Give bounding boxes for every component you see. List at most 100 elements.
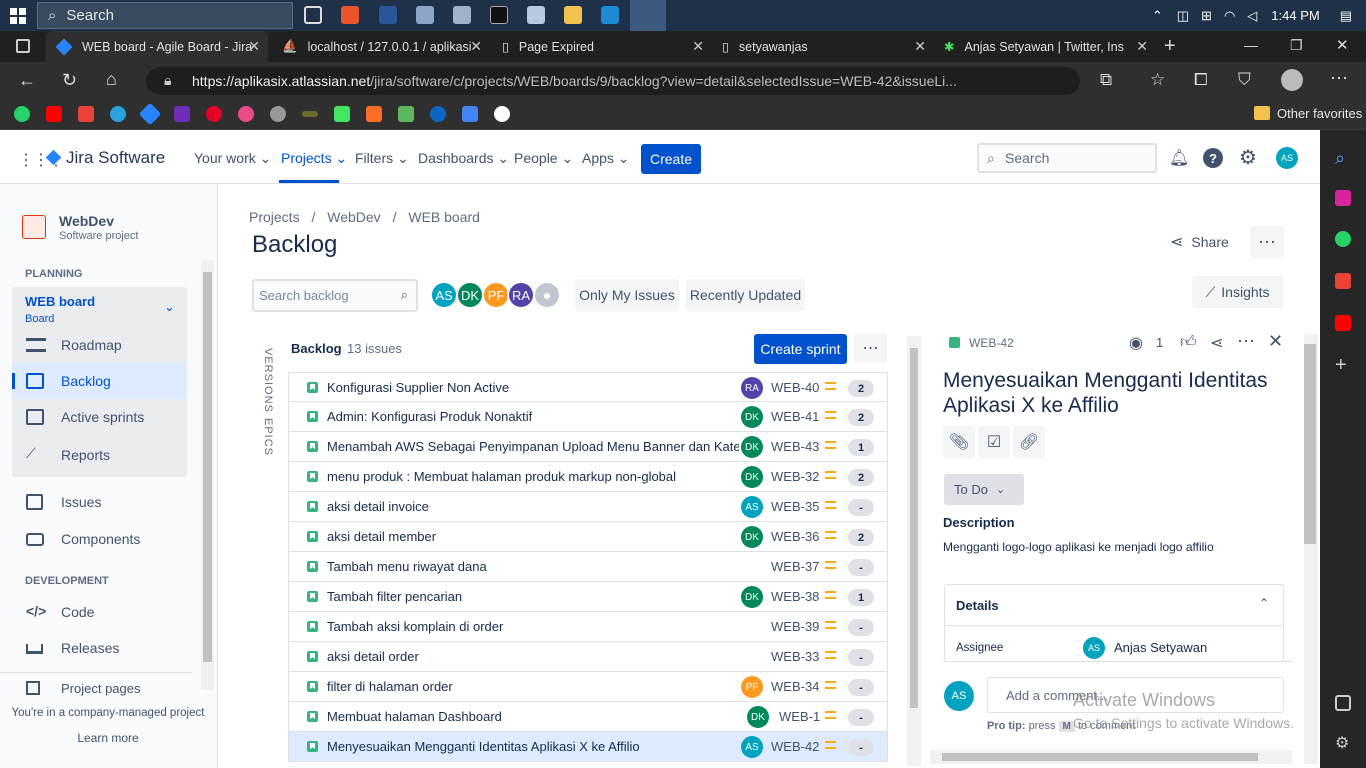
nav-projects[interactable]: Projects ⌄	[281, 150, 347, 167]
share-icon[interactable]: ⋖	[1210, 333, 1223, 353]
bookmark-icon[interactable]	[302, 111, 318, 117]
assignee-avatar[interactable]: RA	[741, 377, 763, 399]
dribbble-icon[interactable]	[238, 106, 254, 122]
chevron-up-icon[interactable]: ⌃	[1259, 596, 1269, 610]
close-tab-icon[interactable]: ✕	[914, 38, 926, 55]
camera-icon[interactable]: ◫	[1177, 8, 1189, 24]
scroll-thumb[interactable]	[942, 753, 1258, 761]
scroll-thumb[interactable]	[203, 272, 212, 662]
jira-icon[interactable]	[138, 102, 162, 126]
breadcrumb-webdev[interactable]: WebDev	[327, 209, 380, 225]
edge-icon[interactable]	[630, 0, 666, 31]
more-icon[interactable]: ⋯	[1330, 68, 1348, 89]
issue-key[interactable]: WEB-37	[771, 559, 819, 574]
story-points-badge[interactable]: -	[848, 679, 874, 696]
story-points-badge[interactable]: -	[848, 559, 874, 576]
like-icon[interactable]: 👍︎	[1180, 333, 1197, 352]
issue-row[interactable]: Membuat halaman Dashboard DK WEB-1 -	[288, 702, 888, 732]
close-tab-icon[interactable]: ✕	[1136, 38, 1148, 55]
issue-title[interactable]: Menyesuaikan Mengganti Identitas Aplikas…	[943, 368, 1293, 418]
assignee-avatar[interactable]: DK	[741, 466, 763, 488]
folder-icon[interactable]	[564, 6, 582, 24]
story-points-badge[interactable]: 2	[848, 469, 874, 486]
assignee-avatar[interactable]: AS	[741, 496, 763, 518]
breadcrumb-projects[interactable]: Projects	[249, 209, 300, 225]
story-points-badge[interactable]: -	[848, 739, 874, 756]
status-dropdown[interactable]: To Do ⌄	[944, 474, 1024, 505]
issue-key[interactable]: WEB-38	[771, 589, 819, 604]
sidebar-item-releases[interactable]: Releases	[12, 630, 187, 666]
issue-key[interactable]: WEB-34	[771, 679, 819, 694]
browser-tab[interactable]: ▯ Page Expired ✕	[496, 31, 712, 62]
notifications-icon[interactable]: 🔔︎	[1169, 148, 1189, 168]
issue-key[interactable]: WEB-36	[771, 529, 819, 544]
youtube-icon[interactable]	[1335, 315, 1351, 331]
backlog-more-button[interactable]: ⋯	[854, 333, 887, 363]
issue-row[interactable]: Menyesuaikan Mengganti Identitas Aplikas…	[288, 732, 888, 762]
share-button[interactable]: ⋖ Share	[1170, 228, 1229, 256]
avatar-filter[interactable]: PF	[482, 281, 510, 309]
story-points-badge[interactable]: 2	[848, 529, 874, 546]
board-switcher[interactable]: WEB board Board ⌄	[12, 287, 187, 332]
profile-icon[interactable]	[1281, 69, 1303, 91]
close-tab-icon[interactable]: ✕	[692, 38, 704, 55]
sidebar-item-roadmap[interactable]: Roadmap	[12, 327, 187, 363]
watch-icon[interactable]: ◉	[1129, 333, 1143, 353]
refresh-icon[interactable]: ↻	[62, 70, 77, 91]
child-issue-icon[interactable]: ☑	[978, 426, 1010, 458]
only-my-issues-button[interactable]: Only My Issues	[575, 279, 679, 311]
story-points-badge[interactable]: 2	[848, 409, 874, 426]
issue-row[interactable]: Tambah aksi komplain di order WEB-39 -	[288, 612, 888, 642]
sidebar-item-code[interactable]: </> Code	[12, 594, 187, 630]
whatsapp-icon[interactable]	[14, 106, 30, 122]
sidebar-scrollbar[interactable]	[201, 260, 214, 690]
story-points-badge[interactable]: -	[848, 499, 874, 516]
extensions-icon[interactable]: ⧉	[1100, 70, 1112, 90]
issue-row[interactable]: Konfigurasi Supplier Non Active RA WEB-40 2	[288, 372, 888, 402]
epics-panel-toggle[interactable]: EPICS	[248, 418, 274, 456]
sidebar-item-components[interactable]: Components	[12, 521, 187, 557]
notes-icon[interactable]	[527, 6, 545, 24]
more-actions-button[interactable]: ⋯	[1250, 226, 1284, 258]
close-tab-icon[interactable]: ✕	[470, 38, 482, 55]
issue-key[interactable]: WEB-35	[771, 499, 819, 514]
sidebar-item-reports[interactable]: ⟋ Reports	[12, 437, 187, 473]
issue-row[interactable]: Admin: Konfigurasi Produk Nonaktif DK WEB-…	[288, 402, 888, 432]
sidebar-item-backlog[interactable]: Backlog	[12, 363, 187, 399]
breadcrumb-web-board[interactable]: WEB board	[408, 209, 480, 225]
settings-bookmark-icon[interactable]	[270, 106, 286, 122]
attach-icon[interactable]: 📎︎	[943, 426, 975, 458]
wifi-icon[interactable]: ◠	[1224, 8, 1235, 24]
minimize-icon[interactable]: —	[1244, 37, 1258, 53]
create-button[interactable]: Create	[641, 144, 701, 174]
close-icon[interactable]: ✕	[1268, 331, 1283, 352]
assignee-avatar[interactable]: DK	[741, 526, 763, 548]
docs-icon[interactable]	[462, 106, 478, 122]
whatsapp-icon[interactable]	[1335, 231, 1351, 247]
assignee-avatar[interactable]: DK	[741, 586, 763, 608]
issue-key[interactable]: WEB-39	[771, 619, 819, 634]
home-icon[interactable]: ⌂	[106, 69, 117, 90]
search-icon[interactable]: ⌕	[1335, 148, 1351, 168]
youtube-icon[interactable]	[46, 106, 62, 122]
gmail-icon[interactable]	[1335, 273, 1351, 289]
clock[interactable]: 1:44 PM	[1271, 8, 1319, 23]
issue-key[interactable]: WEB-40	[771, 380, 819, 395]
jira-search-input[interactable]: ⌕ Search	[977, 143, 1157, 173]
recently-updated-button[interactable]: Recently Updated	[686, 279, 805, 311]
canva-icon[interactable]	[430, 106, 446, 122]
bootstrap-icon[interactable]	[174, 106, 190, 122]
project-name[interactable]: WebDev	[59, 213, 114, 229]
unassigned-avatar[interactable]: ●	[533, 281, 561, 309]
assignee-value[interactable]: Anjas Setyawan	[1114, 640, 1207, 655]
browser-tab[interactable]: ✱ Anjas Setyawan | Twitter, Insta ✕	[938, 31, 1156, 62]
nav-people[interactable]: People ⌄	[514, 150, 573, 167]
backlog-search-input[interactable]: Search backlog ⌕	[252, 279, 418, 312]
story-points-badge[interactable]: 1	[848, 589, 874, 606]
settings-icon[interactable]: ⚙	[1239, 145, 1257, 170]
chevron-up-icon[interactable]: ⌃	[1152, 8, 1163, 24]
issue-key-link[interactable]: WEB-42	[969, 336, 1014, 350]
sidebar-item-active-sprints[interactable]: Active sprints	[12, 399, 187, 435]
user-avatar[interactable]: AS	[1276, 147, 1298, 169]
learn-more-link[interactable]: Learn more	[0, 731, 216, 745]
